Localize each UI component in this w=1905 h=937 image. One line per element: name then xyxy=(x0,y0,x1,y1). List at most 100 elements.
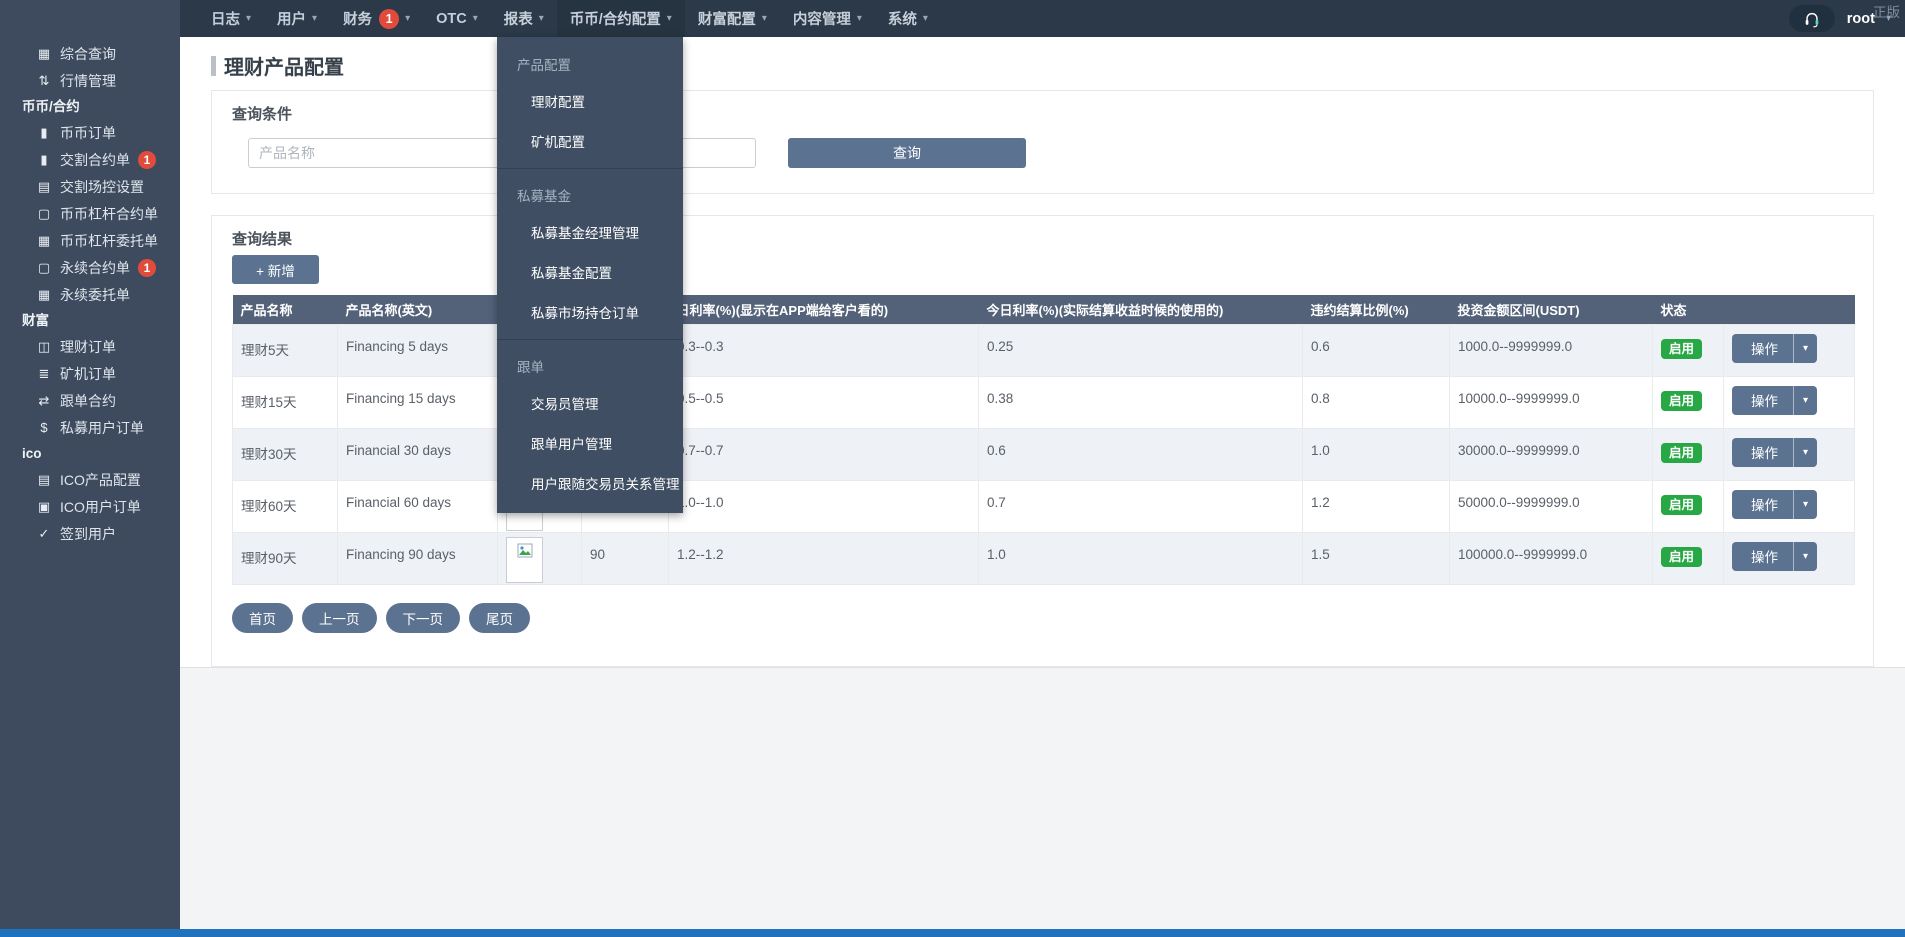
sidebar-section-coin-contract: 币币/合约 xyxy=(22,99,80,114)
pagination-prev[interactable]: 上一页 xyxy=(302,603,377,633)
cell-status: 启用 xyxy=(1652,531,1724,585)
file-icon: ▢ xyxy=(37,259,51,275)
sidebar-item-market-management[interactable]: ⇅ 行情管理 xyxy=(0,67,180,94)
action-button[interactable]: 操作 ▾ xyxy=(1732,437,1818,467)
cell-product-name: 理财60天 xyxy=(232,479,338,533)
dropdown-item-user-follow-trader-mgmt[interactable]: 用户跟随交易员关系管理 xyxy=(497,463,683,503)
dropdown-divider xyxy=(497,339,683,340)
cell-product-name: 理财90天 xyxy=(232,531,338,585)
nav-item-system[interactable]: 系统 ▾ xyxy=(875,0,941,37)
sidebar-item-label: 币币杠杆合约单 xyxy=(60,205,158,222)
nav-item-otc[interactable]: OTC ▾ xyxy=(423,0,491,37)
sidebar-item-delivery-control-settings[interactable]: ▤ 交割场控设置 xyxy=(0,173,180,200)
chevron-down-icon: ▾ xyxy=(666,13,672,24)
sidebar: ▦ 综合查询 ⇅ 行情管理 币币/合约 ▮ 币币订单 ▮ 交割合约单 1 ▤ 交… xyxy=(0,0,180,937)
cell-day-rate: 1.0--1.0 xyxy=(668,479,979,533)
dropdown-item-fund-config[interactable]: 私募基金配置 xyxy=(497,252,683,292)
chevron-down-icon[interactable]: ▾ xyxy=(1793,385,1817,415)
pagination-first[interactable]: 首页 xyxy=(232,603,293,633)
pagination: 首页 上一页 下一页 尾页 xyxy=(232,603,530,633)
cell-day-rate: 0.5--0.5 xyxy=(668,375,979,429)
action-button[interactable]: 操作 ▾ xyxy=(1732,489,1818,519)
status-badge: 启用 xyxy=(1661,390,1703,411)
query-button[interactable]: 查询 xyxy=(788,138,1026,168)
broken-image-placeholder xyxy=(506,536,543,583)
sidebar-item-perpetual-entrust-orders[interactable]: ▦ 永续委托单 xyxy=(0,281,180,308)
sidebar-item-ico-product-config[interactable]: ▤ ICO产品配置 xyxy=(0,466,180,493)
dropdown-item-fund-market-positions[interactable]: 私募市场持仓订单 xyxy=(497,292,683,332)
add-button[interactable]: + 新增 xyxy=(232,255,319,284)
nav-item-coin-contract-config[interactable]: 币币/合约配置 ▾ xyxy=(556,0,685,37)
chevron-down-icon[interactable]: ▾ xyxy=(1793,437,1817,467)
action-button[interactable]: 操作 ▾ xyxy=(1732,541,1818,571)
cell-product-name-en: Financing 15 days xyxy=(337,375,498,429)
bookmark-icon: ▮ xyxy=(40,151,48,167)
sidebar-item-coin-orders[interactable]: ▮ 币币订单 xyxy=(0,119,180,146)
nav-item-content-mgmt[interactable]: 内容管理 ▾ xyxy=(780,0,875,37)
table-row: 理财5天 Financing 5 days 0.3--0.3 0.25 0.6 xyxy=(232,323,1855,377)
dropdown-item-fund-manager-mgmt[interactable]: 私募基金经理管理 xyxy=(497,212,683,252)
chevron-down-icon[interactable]: ▾ xyxy=(1793,333,1817,363)
chevron-down-icon[interactable]: ▾ xyxy=(1793,541,1817,571)
sidebar-item-label: 跟单合约 xyxy=(60,392,116,409)
dropdown-item-mining-config[interactable]: 矿机配置 xyxy=(497,121,683,161)
sidebar-item-copy-trade-contracts[interactable]: ⇄ 跟单合约 xyxy=(0,387,180,414)
sidebar-item-label: 永续合约单 xyxy=(60,259,130,276)
pagination-next[interactable]: 下一页 xyxy=(385,603,460,633)
cell-status: 启用 xyxy=(1652,427,1724,481)
support-button[interactable] xyxy=(1788,5,1835,32)
nav-item-reports[interactable]: 报表 ▾ xyxy=(491,0,557,37)
results-panel-title: 查询结果 xyxy=(232,231,293,248)
grid-icon: ▦ xyxy=(37,45,51,61)
bottom-blue-strip xyxy=(0,929,1905,937)
nav-item-wealth-config[interactable]: 财富配置 ▾ xyxy=(685,0,780,37)
sidebar-item-miner-orders[interactable]: ≣ 矿机订单 xyxy=(0,360,180,387)
cell-today-rate: 1.0 xyxy=(978,531,1303,585)
nav-item-finance[interactable]: 财务 1 ▾ xyxy=(330,0,423,37)
chevron-down-icon[interactable]: ▾ xyxy=(1793,489,1817,519)
sidebar-item-private-fund-user-orders[interactable]: $ 私募用户订单 xyxy=(0,414,180,441)
sidebar-item-margin-entrust-orders[interactable]: ▦ 币币杠杆委托单 xyxy=(0,227,180,254)
results-panel: 查询结果 + 新增 产品名称 产品名称(英文) 日利率(%)(显示在APP端给客… xyxy=(211,215,1874,667)
sidebar-item-financing-orders[interactable]: ◫ 理财订单 xyxy=(0,333,180,360)
sidebar-item-margin-contract-orders[interactable]: ▢ 币币杠杆合约单 xyxy=(0,200,180,227)
chevron-down-icon: ▾ xyxy=(922,13,928,24)
cell-day-rate: 0.3--0.3 xyxy=(668,323,979,377)
dropdown-item-copy-user-mgmt[interactable]: 跟单用户管理 xyxy=(497,423,683,463)
dropdown-item-financing-config[interactable]: 理财配置 xyxy=(497,81,683,121)
status-badge: 启用 xyxy=(1661,442,1703,463)
dropdown-divider xyxy=(497,168,683,169)
action-button[interactable]: 操作 ▾ xyxy=(1732,385,1818,415)
cell-default-ratio: 1.5 xyxy=(1302,531,1450,585)
cell-default-ratio: 1.0 xyxy=(1302,427,1450,481)
cell-invest-range: 50000.0--9999999.0 xyxy=(1449,479,1653,533)
sidebar-item-ico-user-orders[interactable]: ▣ ICO用户订单 xyxy=(0,493,180,520)
cell-actions: 操作 ▾ xyxy=(1723,375,1855,429)
sidebar-item-delivery-contract-orders[interactable]: ▮ 交割合约单 1 xyxy=(0,146,180,173)
calculator-icon: ▦ xyxy=(37,232,51,248)
sidebar-item-comprehensive-query[interactable]: ▦ 综合查询 xyxy=(0,40,180,67)
sidebar-item-label: 交割合约单 xyxy=(60,151,130,168)
chevron-down-icon: ▾ xyxy=(312,13,318,24)
dropdown-section-copy-trade: 跟单 xyxy=(517,360,544,375)
cell-product-name-en: Financial 60 days xyxy=(337,479,498,533)
calculator-icon: ▦ xyxy=(37,286,51,302)
layers-icon: ≣ xyxy=(38,365,50,381)
cell-actions: 操作 ▾ xyxy=(1723,479,1855,533)
swap-icon: ⇄ xyxy=(38,392,50,408)
dropdown-item-trader-mgmt[interactable]: 交易员管理 xyxy=(497,383,683,423)
sidebar-item-checkin-users[interactable]: ✓ 签到用户 xyxy=(0,520,180,547)
sidebar-item-perpetual-contract-orders[interactable]: ▢ 永续合约单 1 xyxy=(0,254,180,281)
cell-day-rate: 1.2--1.2 xyxy=(668,531,979,585)
sidebar-item-label: 行情管理 xyxy=(60,72,116,89)
nav-item-users[interactable]: 用户 ▾ xyxy=(264,0,330,37)
action-button[interactable]: 操作 ▾ xyxy=(1732,333,1818,363)
sidebar-section-ico: ico xyxy=(22,446,42,461)
pagination-last[interactable]: 尾页 xyxy=(469,603,530,633)
nav-item-logs[interactable]: 日志 ▾ xyxy=(198,0,264,37)
chevron-down-icon: ▾ xyxy=(472,13,478,24)
sidebar-item-label: 永续委托单 xyxy=(60,286,130,303)
dollar-icon: $ xyxy=(40,420,48,435)
sidebar-item-label: 币币杠杆委托单 xyxy=(60,232,158,249)
top-navbar: 日志 ▾ 用户 ▾ 财务 1 ▾ OTC ▾ 报表 ▾ 币币/合约配置 ▾ 财富… xyxy=(180,0,1905,37)
